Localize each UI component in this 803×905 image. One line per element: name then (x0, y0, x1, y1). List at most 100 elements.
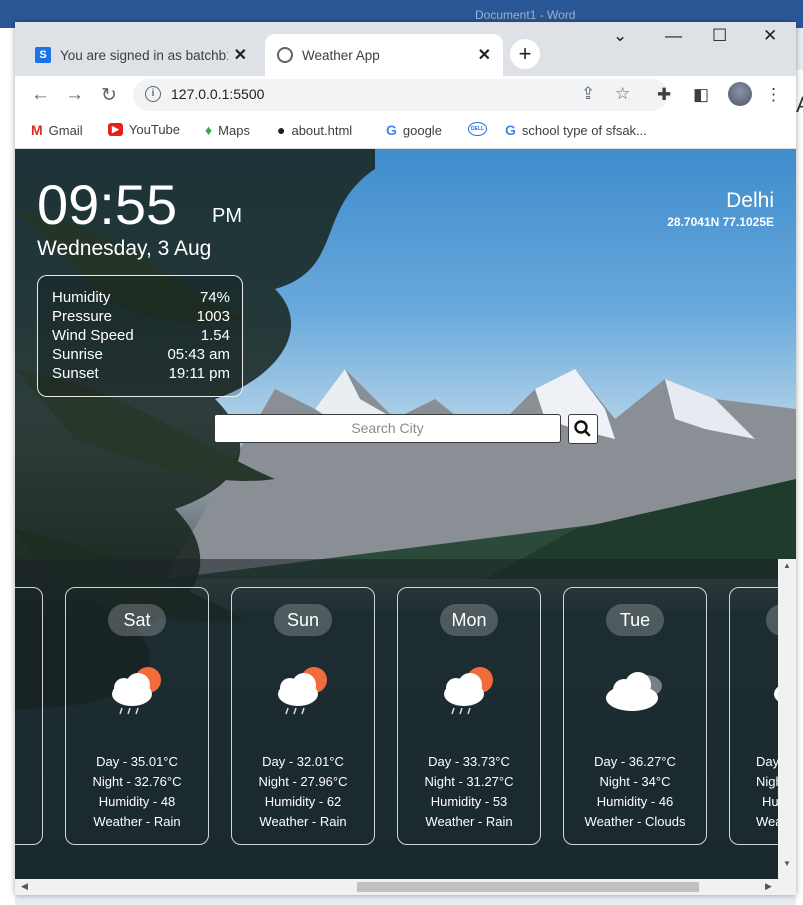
search-city-input[interactable]: Search City (214, 414, 561, 443)
site-info-icon[interactable]: i (145, 86, 161, 102)
stat-value: 05:43 am (167, 346, 230, 363)
forecast-weather: Weather - Rain (425, 814, 513, 829)
tab-strip: S You are signed in as batchb1( ✕ Weathe… (15, 22, 796, 76)
bookmark-about[interactable]: ● about.html (277, 122, 352, 138)
word-letter: A (796, 92, 803, 118)
forecast-card-partial (15, 587, 43, 845)
bookmark-youtube[interactable]: ▶ YouTube (108, 122, 180, 137)
forecast-day: Tue (606, 604, 664, 636)
forecast-night-temp: Night - 27.96°C (258, 774, 348, 789)
tab-weather-app[interactable]: Weather App ✕ (265, 34, 503, 76)
bookmark-label: YouTube (128, 122, 181, 137)
stat-label: Pressure (52, 308, 113, 325)
scroll-down-icon[interactable]: ▼ (783, 859, 791, 868)
forecast-weather: Weather - Rain (259, 814, 347, 829)
google-icon: G (386, 122, 397, 138)
bookmark-maps[interactable]: ♦ Maps (205, 122, 250, 138)
stat-row-pressure: Pressure 1003 (52, 308, 230, 327)
github-icon: ● (277, 122, 286, 138)
forecast-day: Mon (440, 604, 498, 636)
horizontal-scroll-thumb[interactable] (357, 882, 699, 892)
address-url[interactable]: 127.0.0.1:5500 (171, 86, 264, 102)
dell-icon: DELL (468, 122, 488, 136)
forecast-humidity: Humidity - 46 (596, 794, 674, 809)
back-icon[interactable]: ← (31, 84, 50, 106)
word-right-edge (796, 70, 803, 905)
globe-icon (277, 47, 293, 63)
stat-label: Sunrise (52, 346, 103, 363)
bookmark-google[interactable]: Ggoogle (386, 122, 442, 138)
tab-search-chevron-icon[interactable]: ⌄ (613, 26, 627, 46)
forecast-card: Sat Day - 35.01°C Night - 32.76°C Humidi… (65, 587, 209, 845)
bookmark-dell[interactable]: DELL (468, 122, 493, 136)
horizontal-scrollbar[interactable]: ◀ ▶ (15, 879, 796, 895)
bookmark-label: school type of sfsak... (521, 122, 647, 138)
profile-avatar[interactable] (728, 82, 752, 106)
stat-row-wind-speed: Wind Speed 1.54 (52, 327, 230, 346)
forecast-humidity: Humidity - 62 (264, 794, 342, 809)
rain-cloud-sun-icon (444, 667, 493, 715)
new-tab-button[interactable]: + (510, 39, 540, 69)
stat-row-sunset: Sunset 19:11 pm (52, 365, 230, 384)
share-icon[interactable]: ⇪ (581, 84, 595, 104)
stat-label: Wind Speed (52, 327, 134, 344)
close-tab-icon[interactable]: ✕ (478, 45, 491, 65)
google-icon: G (505, 122, 516, 138)
bookmarks-bar: M Gmail ▶ YouTube ♦ Maps ● about.html Ggoogl… (15, 114, 796, 149)
current-time: 09:55 (37, 173, 178, 236)
forecast-night-temp: Night - 31.27°C (424, 774, 514, 789)
stat-value: 1003 (196, 308, 230, 325)
forecast-day-temp: Day - 36.27°C (594, 754, 676, 769)
bookmark-gmail[interactable]: M Gmail (31, 122, 83, 138)
forecast-day-temp: Day - 33.73°C (428, 754, 510, 769)
scroll-right-icon[interactable]: ▶ (765, 881, 772, 892)
reload-icon[interactable]: ↻ (101, 84, 117, 107)
rain-cloud-sun-icon (112, 667, 161, 715)
stat-value: 19:11 pm (168, 365, 230, 382)
forecast-day-temp: Day - 32.01°C (262, 754, 344, 769)
maps-pin-icon: ♦ (205, 122, 213, 138)
browser-window: S You are signed in as batchb1( ✕ Weathe… (15, 22, 796, 895)
forecast-weather: Weather - Rain (93, 814, 181, 829)
city-coordinates: 28.7041N 77.1025E (667, 215, 774, 229)
bookmark-label: Gmail (48, 122, 83, 138)
bookmark-star-icon[interactable]: ☆ (615, 84, 630, 104)
forecast-card: Tue Day - 36.27°C Night - 34°C Humidity … (563, 587, 707, 845)
side-panel-icon[interactable]: ◧ (693, 85, 709, 105)
forecast-night-temp: Night - 34°C (599, 774, 671, 789)
forecast-weather: Weather - Clouds (584, 814, 686, 829)
vertical-scrollbar[interactable]: ▲ ▼ (778, 559, 796, 879)
site-s-icon: S (35, 47, 51, 63)
close-window-icon[interactable]: ✕ (763, 26, 777, 46)
menu-icon[interactable]: ⋮ (765, 85, 782, 105)
forecast-card: Mon Day - 33.73°C Night - 31.27°C Humidi… (397, 587, 541, 845)
bookmark-label: Maps (218, 122, 250, 138)
forecast-humidity: Humidity - 53 (430, 794, 508, 809)
forward-icon[interactable]: → (65, 84, 84, 106)
address-bar[interactable]: i 127.0.0.1:5500 ⇪ ☆ (133, 79, 668, 111)
bookmark-label: about.html (291, 122, 353, 138)
stat-label: Humidity (52, 289, 111, 306)
search-icon (574, 420, 591, 437)
am-pm: PM (212, 205, 242, 227)
stat-row-sunrise: Sunrise 05:43 am (52, 346, 230, 365)
bookmark-school[interactable]: Gschool type of sfsak... (505, 122, 647, 138)
scroll-left-icon[interactable]: ◀ (21, 881, 28, 892)
word-title: Document1 - Word (475, 8, 576, 22)
tab-title: Weather App (302, 47, 380, 63)
tab-signed-in[interactable]: S You are signed in as batchb1( ✕ (23, 34, 259, 76)
maximize-icon[interactable]: ☐ (712, 26, 727, 46)
forecast-night-temp: Night - 32.76°C (92, 774, 182, 789)
stat-value: 74% (199, 289, 230, 306)
forecast-day-temp: Day - 35.01°C (96, 754, 178, 769)
extensions-icon[interactable]: ✚ (657, 85, 671, 105)
scroll-up-icon[interactable]: ▲ (783, 561, 791, 570)
close-tab-icon[interactable]: ✕ (234, 45, 247, 65)
toolbar: ← → ↻ i 127.0.0.1:5500 ⇪ ☆ ✚ ◧ ⋮ (15, 76, 796, 114)
gmail-icon: M (31, 122, 43, 138)
minimize-icon[interactable]: — (665, 26, 682, 46)
stat-label: Sunset (52, 365, 99, 382)
search-button[interactable] (568, 414, 598, 444)
current-date: Wednesday, 3 Aug (37, 237, 212, 260)
forecast-humidity: Humidity - 48 (98, 794, 176, 809)
